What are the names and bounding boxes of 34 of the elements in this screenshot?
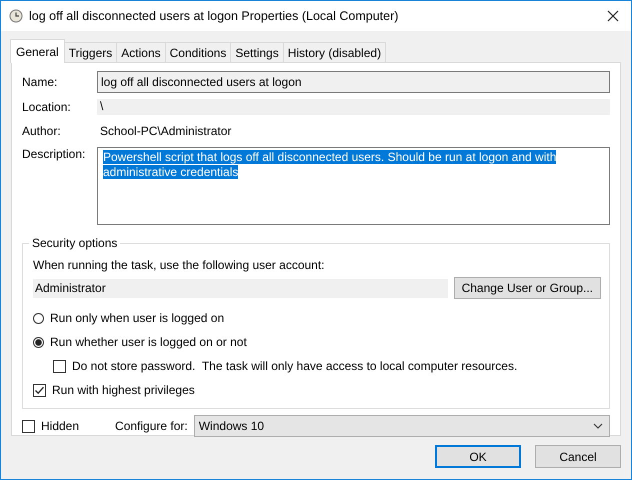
option-label: Run only when user is logged on [50, 311, 224, 325]
dialog-button[interactable]: Cancel [535, 445, 621, 468]
account-field: Administrator [33, 278, 448, 298]
tab[interactable]: Triggers [64, 42, 118, 62]
configure-dropdown[interactable]: Windows 10 [194, 415, 610, 437]
radio-button[interactable] [33, 312, 44, 324]
close-icon[interactable] [607, 10, 619, 22]
location-field: \ [97, 99, 610, 115]
tab[interactable]: Settings [230, 42, 284, 62]
clock-icon [9, 9, 23, 23]
field-label: Name: [22, 75, 58, 89]
window-title: log off all disconnected users at logon Properties (Local Computer) [29, 9, 400, 23]
option-label: Do not store password. The task will only have access to local computer resources. [72, 359, 518, 373]
field-label: Author: [22, 124, 62, 138]
field-label: Location: [22, 100, 72, 114]
radio-button[interactable] [33, 336, 44, 348]
checkbox[interactable] [33, 384, 46, 396]
change-user-button[interactable]: Change User or Group... [454, 277, 601, 299]
author-value: School-PC\Administrator [99, 123, 232, 140]
group-title: Security options [29, 236, 120, 250]
description-field[interactable]: Powershell script that logs off all disconnected users. Should be run at logon and with administrative credentials [97, 147, 610, 225]
option-label: Run with highest privileges [52, 383, 195, 397]
account-prompt: When running the task, use the following user account: [33, 258, 326, 272]
name-field[interactable]: log off all disconnected users at logon [97, 71, 610, 93]
field-label: Description: [22, 147, 86, 161]
tab[interactable]: History (disabled) [282, 42, 386, 62]
tab[interactable]: General [10, 39, 65, 63]
dialog-button[interactable]: OK [435, 445, 521, 468]
checkbox[interactable] [53, 360, 66, 372]
option-label: Run whether user is logged on or not [50, 335, 247, 349]
field-label: Configure for: [115, 419, 188, 433]
chevron-down-icon [593, 423, 603, 429]
option-label: Hidden [41, 419, 80, 433]
checkbox[interactable] [22, 420, 35, 432]
